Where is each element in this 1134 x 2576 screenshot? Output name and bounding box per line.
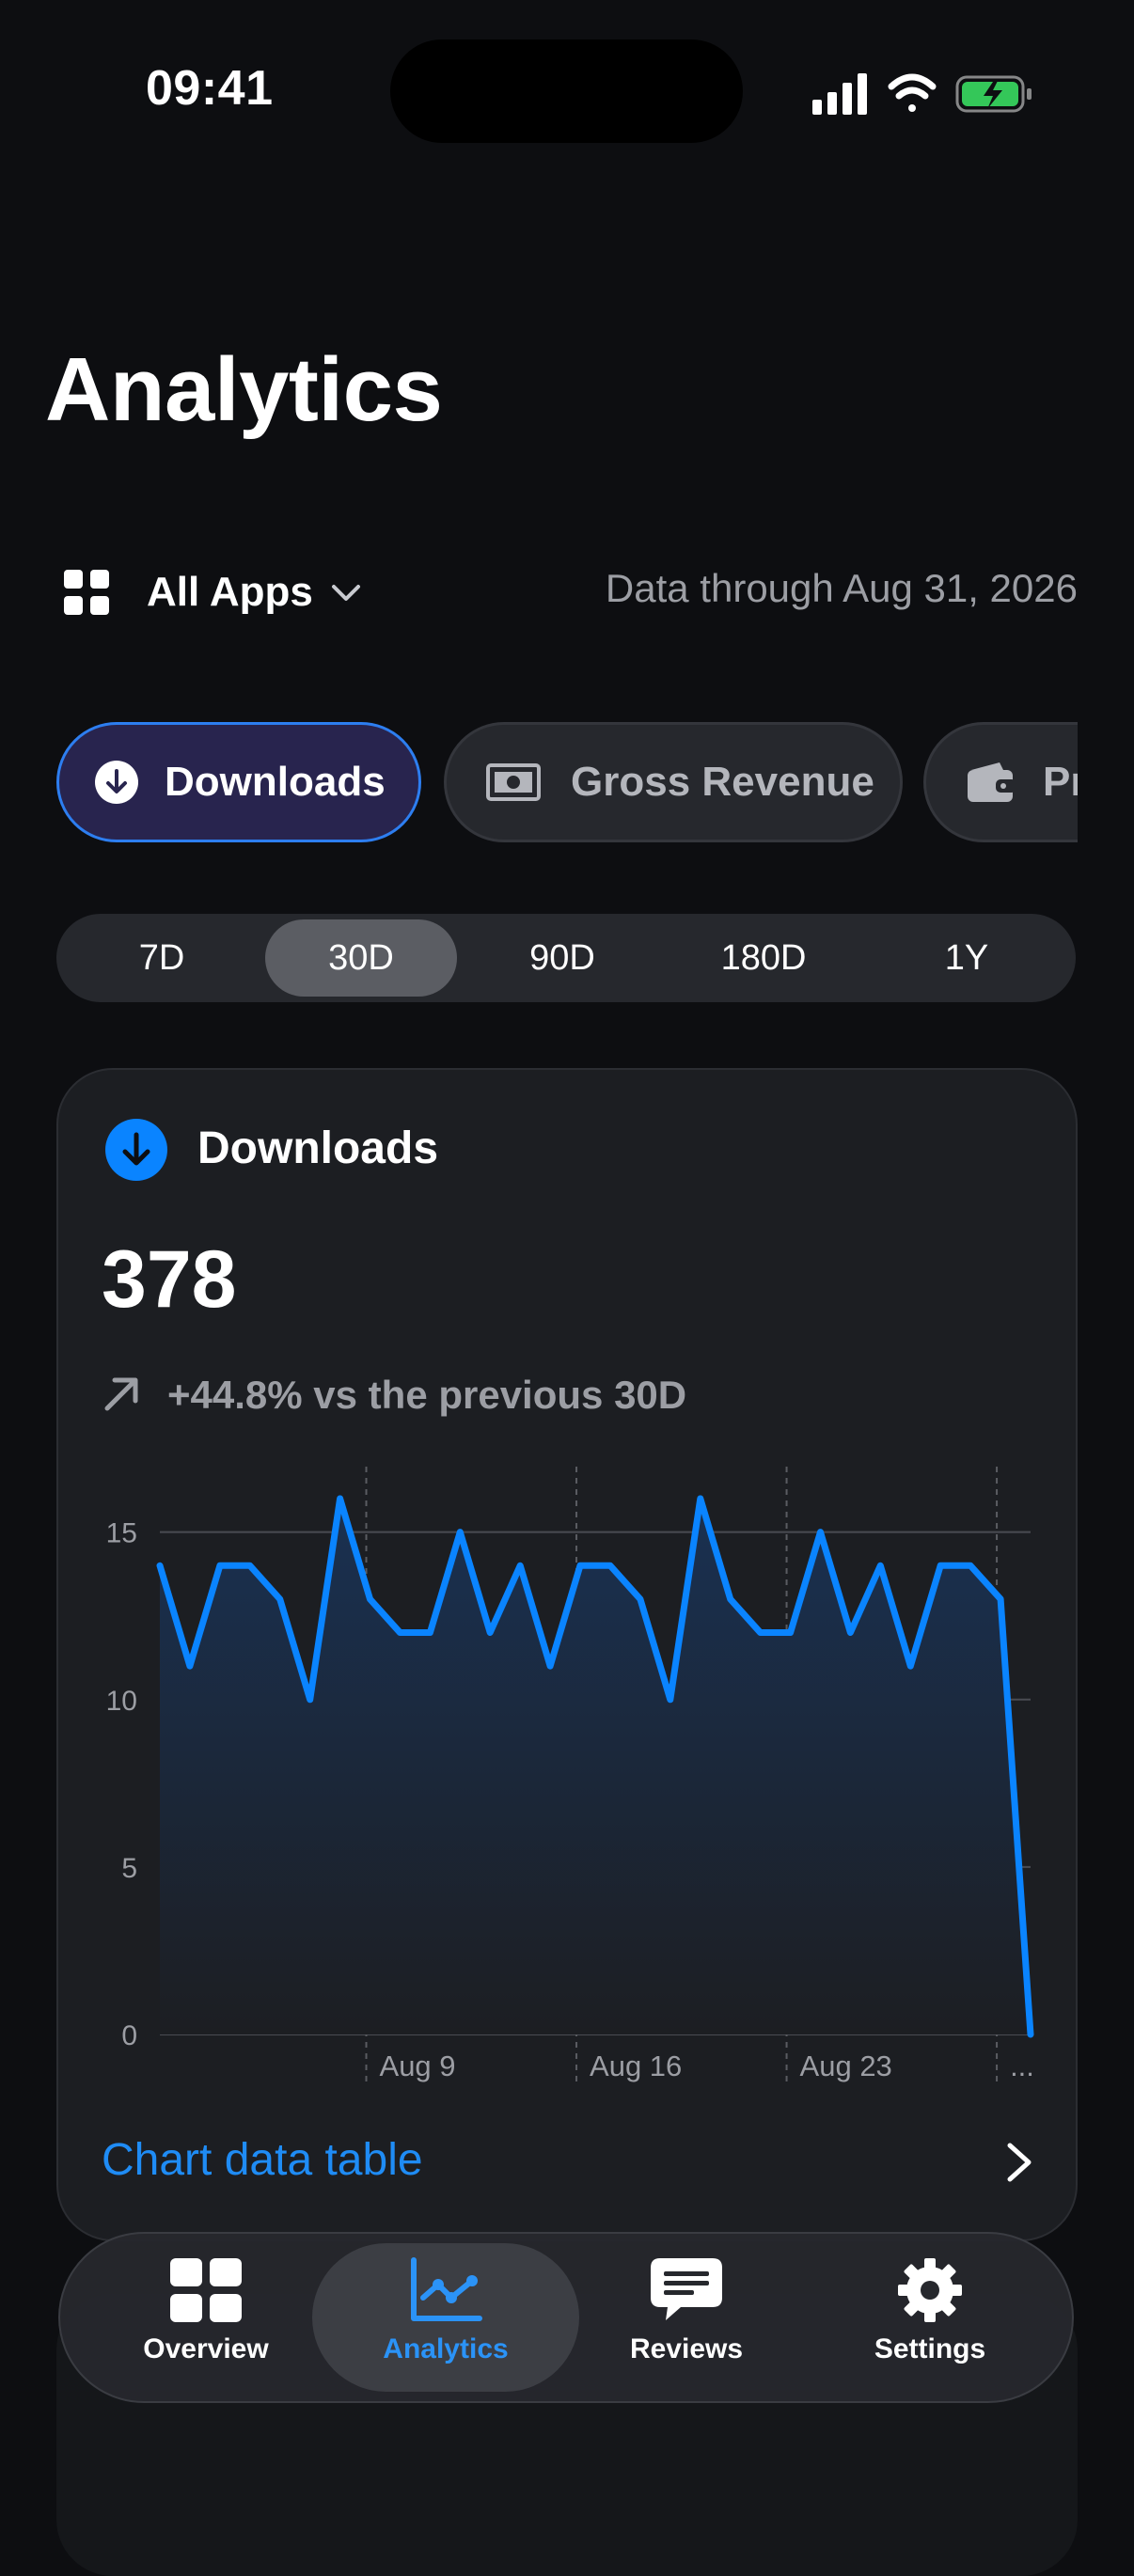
data-point	[877, 1563, 883, 1568]
data-point	[427, 1630, 433, 1636]
x-tick-label: Aug 23	[800, 2050, 892, 2082]
y-tick-label: 15	[106, 1518, 137, 1549]
data-point	[307, 1697, 313, 1703]
data-point	[668, 1697, 673, 1703]
data-point	[187, 1663, 193, 1669]
data-point	[517, 1563, 523, 1568]
y-tick-label: 10	[106, 1686, 137, 1717]
tab-settings[interactable]: Settings	[803, 2256, 1057, 2388]
apps-grid-icon	[64, 570, 109, 615]
data-point	[968, 1563, 973, 1568]
y-tick-label: 0	[121, 2020, 137, 2051]
data-point	[607, 1563, 613, 1568]
chip-proceeds[interactable]: Pr	[923, 722, 1078, 842]
gear-icon	[898, 2258, 962, 2322]
data-point	[728, 1596, 733, 1602]
chart-data-table-link[interactable]: Chart data table	[102, 2134, 423, 2186]
chip-label: Downloads	[165, 759, 386, 805]
data-point	[758, 1630, 764, 1636]
data-point	[907, 1663, 913, 1669]
range-90d[interactable]: 90D	[466, 919, 658, 997]
arrow-up-right-icon	[104, 1377, 138, 1411]
page-title: Analytics	[45, 339, 443, 440]
data-point	[998, 1596, 1003, 1602]
tab-label: Overview	[143, 2333, 269, 2364]
chip-label: Gross Revenue	[571, 759, 874, 805]
metric-chip-row: Downloads Gross Revenue Pr	[56, 722, 1078, 846]
tab-analytics[interactable]: Analytics	[319, 2256, 573, 2388]
x-tick-label: Aug 16	[590, 2050, 682, 2082]
data-point	[338, 1496, 343, 1501]
data-point	[937, 1563, 943, 1568]
message-icon	[651, 2258, 722, 2320]
card-title: Downloads	[197, 1123, 439, 1173]
chip-downloads[interactable]: Downloads	[56, 722, 421, 842]
wifi-icon	[888, 73, 937, 112]
tab-label: Settings	[874, 2333, 986, 2364]
tab-overview[interactable]: Overview	[79, 2256, 333, 2388]
range-1y[interactable]: 1Y	[871, 919, 1063, 997]
data-point	[817, 1530, 823, 1535]
x-tick-label: ...	[1010, 2050, 1034, 2082]
downloads-area	[160, 1499, 1031, 2034]
y-tick-label: 5	[121, 1853, 137, 1884]
tab-reviews[interactable]: Reviews	[559, 2256, 813, 2388]
data-point	[368, 1596, 373, 1602]
data-point	[547, 1663, 553, 1669]
downloads-chart: 0 5 10 15 Aug 9 Aug 16 Aug 23...	[106, 1467, 1034, 2083]
data-point	[397, 1630, 402, 1636]
data-point	[698, 1496, 703, 1501]
data-point	[577, 1563, 583, 1568]
data-point	[847, 1630, 853, 1636]
x-tick-label: Aug 9	[380, 2050, 456, 2082]
cellular-signal-icon	[812, 73, 867, 115]
tab-label: Analytics	[383, 2333, 509, 2364]
trend-text: +44.8% vs the previous 30D	[167, 1373, 687, 1417]
data-point	[247, 1563, 253, 1568]
chevron-right-icon[interactable]	[1002, 2142, 1036, 2183]
chip-gross-revenue[interactable]: Gross Revenue	[444, 722, 903, 842]
data-point	[157, 1563, 163, 1568]
status-icons	[812, 73, 1032, 115]
data-point	[457, 1530, 463, 1535]
chip-label: Pr	[1043, 759, 1078, 805]
data-point	[277, 1596, 283, 1602]
tab-label: Reviews	[629, 2333, 744, 2364]
download-icon	[105, 1119, 167, 1181]
download-icon	[95, 761, 138, 804]
wallet-icon	[968, 762, 1016, 802]
chart-icon	[411, 2257, 482, 2321]
status-time: 09:41	[146, 61, 274, 116]
app-selector[interactable]: All Apps	[64, 564, 362, 620]
chevron-down-icon	[331, 585, 360, 601]
data-through-label: Data through Aug 31, 2026	[605, 566, 1078, 610]
downloads-total: 378	[102, 1234, 237, 1325]
data-point	[1028, 2032, 1033, 2037]
data-point	[487, 1630, 493, 1636]
range-180d[interactable]: 180D	[668, 919, 859, 997]
range-selector: 7D 30D 90D 180D 1Y	[56, 914, 1076, 1002]
data-point	[217, 1563, 223, 1568]
app-selector-label: All Apps	[147, 569, 313, 615]
data-point	[638, 1596, 643, 1602]
grid-icon	[170, 2258, 242, 2322]
range-7d[interactable]: 7D	[70, 919, 254, 997]
battery-charging-icon	[955, 75, 1032, 113]
range-30d[interactable]: 30D	[265, 919, 457, 997]
banknote-icon	[486, 763, 541, 801]
dynamic-island	[390, 39, 743, 143]
data-point	[788, 1630, 794, 1636]
